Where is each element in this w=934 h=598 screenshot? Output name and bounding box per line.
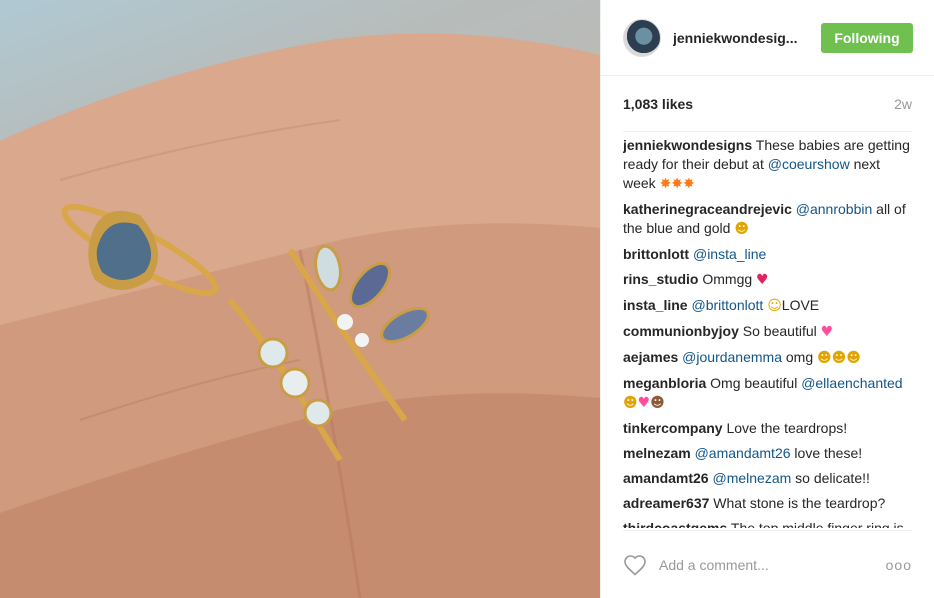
comment-item: melnezam @amandamt26 love these! [623, 444, 912, 463]
comment-author-link[interactable]: meganbloria [623, 375, 706, 391]
emoji-icon: ☻ [623, 395, 638, 411]
comment-author-link[interactable]: insta_line [623, 297, 688, 313]
comment-author-link[interactable]: melnezam [623, 445, 691, 461]
comment-item: jenniekwondesigns These babies are getti… [623, 136, 912, 194]
comment-text: love these! [790, 445, 863, 461]
comment-text: LOVE [781, 297, 820, 313]
comment-author-link[interactable]: thirdcoastgems [623, 520, 727, 528]
comment-item: insta_line @brittonlott ☺LOVE [623, 296, 912, 316]
comment-text: Ommgg [698, 271, 757, 287]
emoji-icon: ♥ [820, 324, 834, 340]
comment-author-link[interactable]: katherinegraceandrejevic [623, 201, 792, 217]
following-button[interactable]: Following [821, 22, 913, 53]
comment-footer: Add a comment... ooo [623, 530, 912, 598]
post-age[interactable]: 2w [894, 96, 912, 112]
comment-item: katherinegraceandrejevic @annrobbin all … [623, 200, 912, 239]
emoji-icon: ☻ [734, 221, 749, 237]
comment-item: thirdcoastgems The top middle finger rin… [623, 519, 912, 528]
comment-text: So beautiful [738, 323, 821, 339]
emoji-icon: ☺ [767, 298, 782, 314]
emoji-icon: ♥ [637, 395, 651, 411]
mention-link[interactable]: @brittonlott [691, 297, 763, 313]
comment-author-link[interactable]: tinkercompany [623, 420, 723, 436]
mention-link[interactable]: @annrobbin [796, 201, 873, 217]
post-side-panel: jenniekwondesig... Following 1,083 likes… [600, 0, 934, 598]
heart-icon[interactable] [623, 554, 647, 576]
comment-item: brittonlott @insta_line [623, 245, 912, 264]
post-photo[interactable] [0, 0, 600, 598]
username-link[interactable]: jenniekwondesig... [673, 30, 813, 46]
comment-item: meganbloria Omg beautiful @ellaenchanted… [623, 374, 912, 413]
emoji-icon: ☻ [650, 395, 665, 411]
comment-author-link[interactable]: aejames [623, 349, 678, 365]
post-header: jenniekwondesig... Following [601, 0, 934, 76]
comment-item: rins_studio Ommgg ♥ [623, 270, 912, 290]
emoji-icon: ♥ [756, 272, 769, 288]
mention-link[interactable]: @ellaenchanted [801, 375, 902, 391]
comment-author-link[interactable]: brittonlott [623, 246, 689, 262]
comment-item: communionbyjoy So beautiful ♥ [623, 322, 912, 342]
post-stats: 1,083 likes 2w [623, 76, 912, 132]
comment-text: Omg beautiful [706, 375, 802, 391]
comments-list: jenniekwondesigns These babies are getti… [623, 132, 912, 528]
mention-link[interactable]: @jourdanemma [682, 349, 782, 365]
rings-on-hand-image [0, 0, 600, 598]
mention-link[interactable]: @melnezam [712, 470, 791, 486]
comment-author-link[interactable]: rins_studio [623, 271, 698, 287]
comment-text: so delicate!! [791, 470, 870, 486]
emoji-icon: ☻☻☻ [817, 350, 861, 366]
comment-author-link[interactable]: adreamer637 [623, 495, 709, 511]
comment-item: aejames @jourdanemma omg ☻☻☻ [623, 348, 912, 368]
add-comment-input[interactable]: Add a comment... [659, 557, 886, 573]
comment-item: tinkercompany Love the teardrops! [623, 419, 912, 438]
comment-text: Love the teardrops! [722, 420, 848, 436]
emoji-icon: ✸✸✸ [659, 176, 695, 192]
likes-count[interactable]: 1,083 likes [623, 96, 693, 112]
comment-item: amandamt26 @melnezam so delicate!! [623, 469, 912, 488]
mention-link[interactable]: @coeurshow [768, 156, 850, 172]
more-options-icon[interactable]: ooo [886, 557, 912, 573]
instagram-post: jenniekwondesig... Following 1,083 likes… [0, 0, 934, 598]
comment-author-link[interactable]: communionbyjoy [623, 323, 739, 339]
mention-link[interactable]: @insta_line [693, 246, 766, 262]
mention-link[interactable]: @amandamt26 [695, 445, 791, 461]
avatar[interactable] [623, 18, 661, 57]
comment-text: What stone is the teardrop? [709, 495, 886, 511]
comment-item: adreamer637 What stone is the teardrop? [623, 494, 912, 513]
comment-text: omg [781, 349, 817, 365]
comment-author-link[interactable]: jenniekwondesigns [623, 137, 752, 153]
comment-author-link[interactable]: amandamt26 [623, 470, 709, 486]
